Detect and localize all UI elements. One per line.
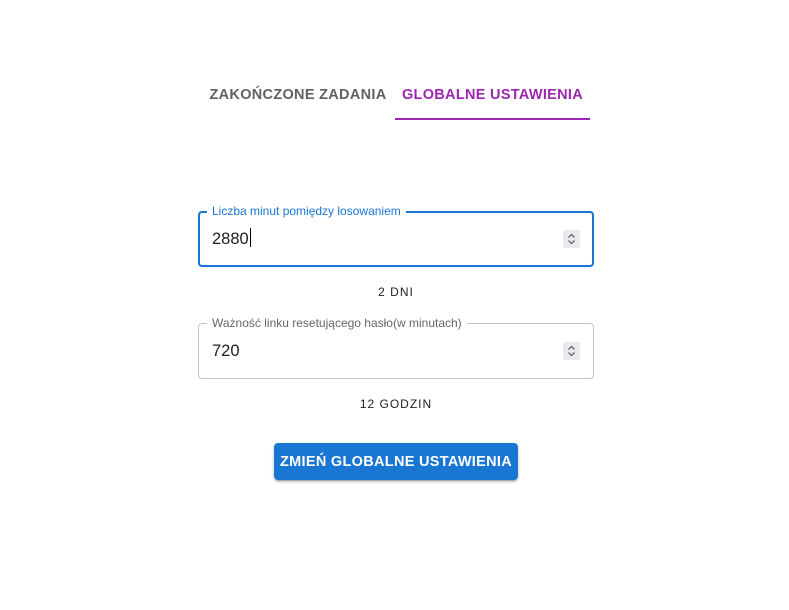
text-caret [249, 228, 251, 247]
reset-link-validity-input[interactable]: 720 [212, 340, 240, 362]
active-tab-indicator [395, 118, 590, 120]
draw-interval-helper: 2 DNI [378, 285, 414, 299]
reset-link-validity-label: Ważność linku resetującego hasło(w minut… [207, 316, 467, 330]
reset-link-validity-field[interactable]: Ważność linku resetującego hasło(w minut… [198, 316, 594, 379]
stepper-arrows-icon [568, 345, 575, 357]
reset-link-validity-stepper[interactable] [563, 342, 580, 360]
draw-interval-input[interactable]: 2880 [212, 228, 251, 250]
change-global-settings-button[interactable]: ZMIEŃ GLOBALNE USTAWIENIA [274, 443, 518, 480]
tab-global-settings[interactable]: GLOBALNE USTAWIENIA [395, 72, 590, 118]
draw-interval-stepper[interactable] [563, 230, 580, 248]
draw-interval-field[interactable]: Liczba minut pomiędzy losowaniem 2880 [198, 204, 594, 267]
draw-interval-value: 2880 [212, 230, 249, 248]
reset-link-validity-helper: 12 GODZIN [359, 397, 433, 411]
settings-tabs: ZAKOŃCZONE ZADANIA GLOBALNE USTAWIENIA [0, 72, 789, 120]
draw-interval-label: Liczba minut pomiędzy losowaniem [207, 204, 406, 218]
stepper-arrows-icon [568, 233, 575, 245]
tab-completed-tasks[interactable]: ZAKOŃCZONE ZADANIA [200, 72, 396, 118]
